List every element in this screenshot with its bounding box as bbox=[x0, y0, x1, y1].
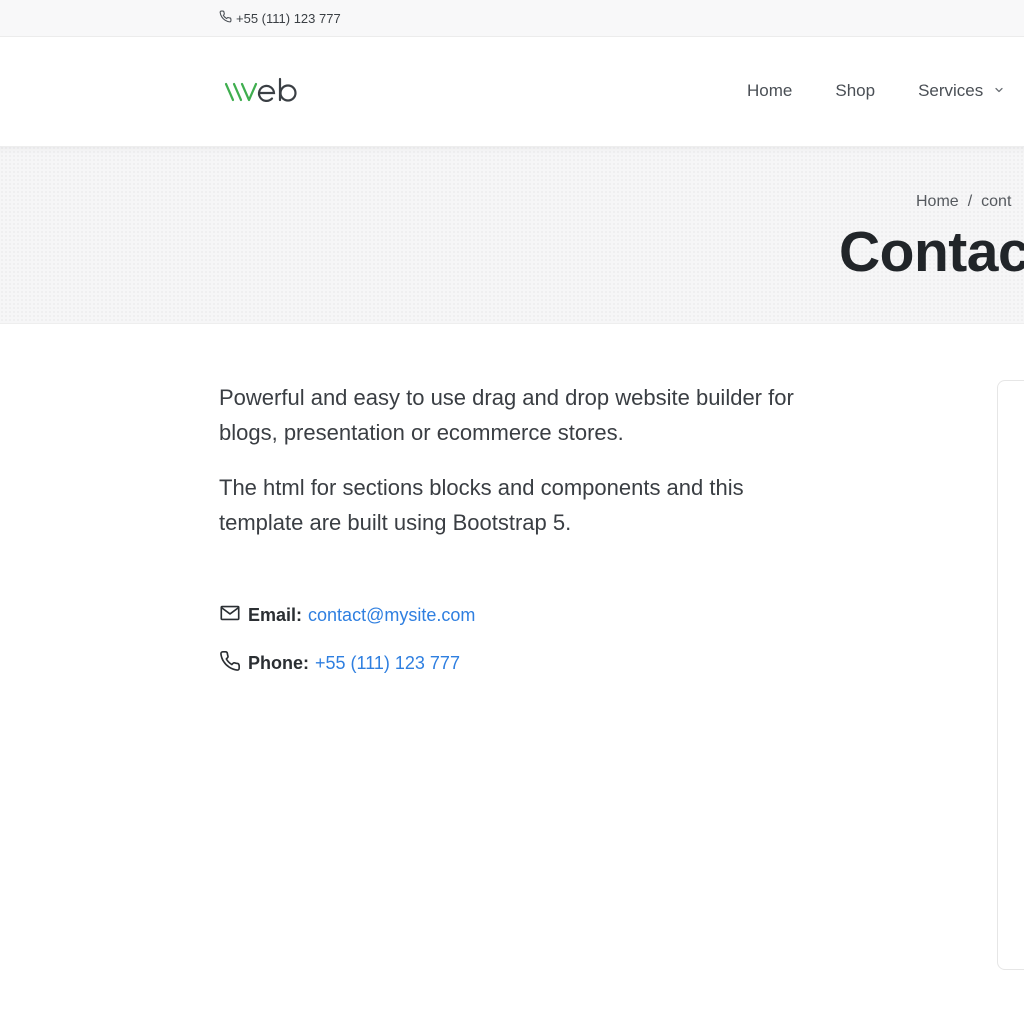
envelope-icon bbox=[219, 602, 248, 629]
nav-item-label: Home bbox=[747, 81, 793, 100]
phone-link[interactable]: +55 (111) 123 777 bbox=[315, 653, 460, 674]
page-header-band: Home / cont Contac bbox=[0, 146, 1024, 324]
breadcrumb-separator: / bbox=[967, 193, 973, 210]
contact-section: Powerful and easy to use drag and drop w… bbox=[0, 324, 1024, 1024]
email-label: Email: bbox=[248, 605, 303, 625]
nav-item-label: Services bbox=[918, 81, 984, 100]
email-link[interactable]: contact@mysite.com bbox=[308, 605, 475, 626]
nav-item-home[interactable]: Home bbox=[747, 81, 792, 101]
topbar-phone-text: +55 (111) 123 777 bbox=[236, 10, 341, 26]
primary-nav: Home Shop Services bbox=[747, 81, 1005, 101]
nav-item-services[interactable]: Services bbox=[918, 81, 1005, 101]
chevron-down-icon bbox=[993, 81, 1005, 101]
site-logo[interactable] bbox=[224, 76, 320, 106]
phone-icon bbox=[219, 650, 248, 677]
contact-form-card bbox=[997, 380, 1024, 970]
breadcrumb-current: cont bbox=[981, 193, 1012, 210]
logo-mark bbox=[224, 77, 297, 102]
topbar-phone[interactable]: +55 (111) 123 777 bbox=[219, 10, 341, 26]
phone-icon bbox=[219, 10, 232, 26]
contact-email-row: Email: contact@mysite.com bbox=[219, 602, 475, 629]
nav-item-label: Shop bbox=[835, 81, 876, 100]
breadcrumb-home[interactable]: Home bbox=[916, 193, 959, 211]
phone-label: Phone: bbox=[248, 653, 309, 673]
contact-phone-row: Phone: +55 (111) 123 777 bbox=[219, 650, 460, 677]
nav-item-shop[interactable]: Shop bbox=[835, 81, 875, 101]
intro-paragraph: Powerful and easy to use drag and drop w… bbox=[219, 385, 794, 445]
top-bar: +55 (111) 123 777 bbox=[0, 0, 1024, 37]
page-title: Contac bbox=[839, 220, 1024, 284]
bootstrap-paragraph: The html for sections blocks and compone… bbox=[219, 475, 744, 535]
breadcrumb: Home / cont bbox=[916, 193, 1011, 211]
main-navbar: Home Shop Services bbox=[0, 37, 1024, 146]
